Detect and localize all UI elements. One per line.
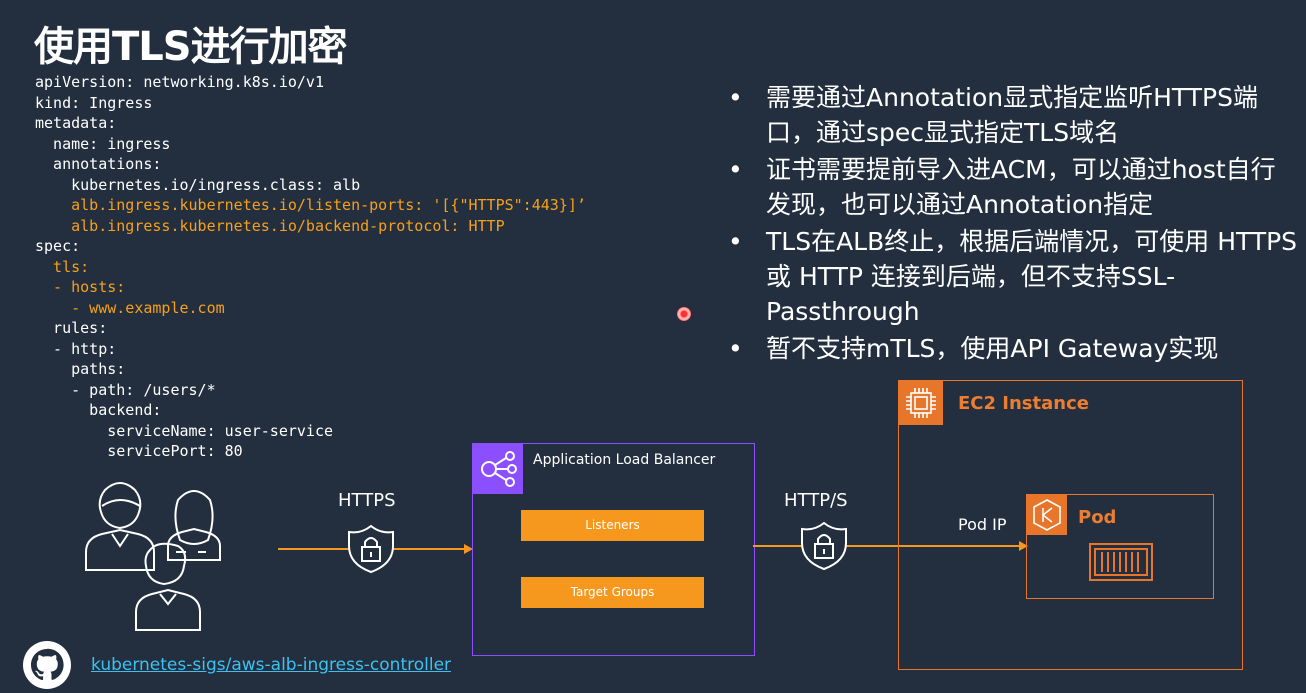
github-icon (23, 641, 71, 689)
code-line: annotations: (35, 155, 162, 173)
ec2-title: EC2 Instance (958, 393, 1089, 414)
code-line: spec: (35, 237, 81, 255)
code-line: alb.ingress.kubernetes.io/backend-protoc… (35, 216, 505, 235)
code-line: paths: (35, 360, 126, 378)
listeners-box: Listeners (521, 510, 704, 541)
code-line: name: ingress (35, 134, 171, 153)
code-line: - hosts: (35, 278, 126, 296)
bullet-text: 需要通过Annotation显式指定监听HTTPS端口，通过spec显式指定TL… (766, 83, 1258, 147)
ec2-instance-container: EC2 Instance Pod IP Pod (898, 380, 1243, 670)
slide-title: 使用TLS进行加密 (34, 24, 348, 70)
bullet-list: • 需要通过Annotation显式指定监听HTTPS端口，通过spec显式指定… (728, 80, 1298, 368)
code-line: - www.example.com (35, 298, 225, 317)
bullet-dot: • (728, 155, 743, 184)
shield-lock-icon (348, 524, 394, 574)
code-line: rules: (35, 319, 108, 337)
pod-ip-label: Pod IP (958, 515, 1007, 534)
code-line: kind: Ingress (35, 93, 153, 112)
container-icon (1089, 543, 1153, 581)
https-s-label: HTTP/S (784, 490, 848, 511)
bullet-text: TLS在ALB终止，根据后端情况，可使用 HTTPS 或 HTTP 连接到后端，… (766, 227, 1298, 326)
bullet-dot: • (728, 334, 743, 363)
ec2-chip-icon (899, 381, 943, 425)
alb-title: Application Load Balancer (533, 452, 716, 468)
bullet-item: • TLS在ALB终止，根据后端情况，可使用 HTTPS 或 HTTP 连接到后… (728, 224, 1298, 329)
shield-lock-icon (801, 521, 847, 571)
eks-pod-icon (1027, 495, 1067, 535)
alb-icon (473, 444, 523, 494)
code-line: serviceName: user-service (35, 421, 334, 440)
code-line: - http: (35, 339, 117, 358)
pod-title: Pod (1078, 507, 1117, 528)
bullet-text: 证书需要提前导入进ACM，可以通过host自行发现，也可以通过Annotatio… (766, 155, 1276, 219)
bullet-dot: • (728, 227, 743, 256)
bullet-item: • 暂不支持mTLS，使用API Gateway实现 (728, 331, 1298, 366)
code-line: metadata: (35, 114, 117, 132)
pod-container: Pod (1026, 494, 1214, 599)
github-repo-link[interactable]: kubernetes-sigs/aws-alb-ingress-controll… (91, 655, 451, 675)
bullet-item: • 需要通过Annotation显式指定监听HTTPS端口，通过spec显式指定… (728, 80, 1298, 150)
code-line: kubernetes.io/ingress.class: alb (35, 175, 361, 194)
code-line: tls: (35, 257, 90, 276)
code-line: apiVersion: networking.k8s.io/v1 (35, 73, 324, 91)
bullet-dot: • (728, 83, 743, 112)
https-label: HTTPS (338, 490, 396, 511)
target-groups-box: Target Groups (521, 577, 704, 608)
code-line: - path: /users/* (35, 380, 216, 399)
laser-pointer-icon (677, 307, 691, 321)
code-line: alb.ingress.kubernetes.io/listen-ports: … (35, 196, 586, 214)
users-icon (85, 482, 221, 631)
code-line: backend: (35, 401, 162, 419)
alb-container: Application Load Balancer Listeners Targ… (472, 443, 755, 656)
yaml-code-block: apiVersion: networking.k8s.io/v1 kind: In… (35, 72, 586, 462)
bullet-text: 暂不支持mTLS，使用API Gateway实现 (766, 334, 1219, 363)
bullet-item: • 证书需要提前导入进ACM，可以通过host自行发现，也可以通过Annotat… (728, 152, 1298, 222)
